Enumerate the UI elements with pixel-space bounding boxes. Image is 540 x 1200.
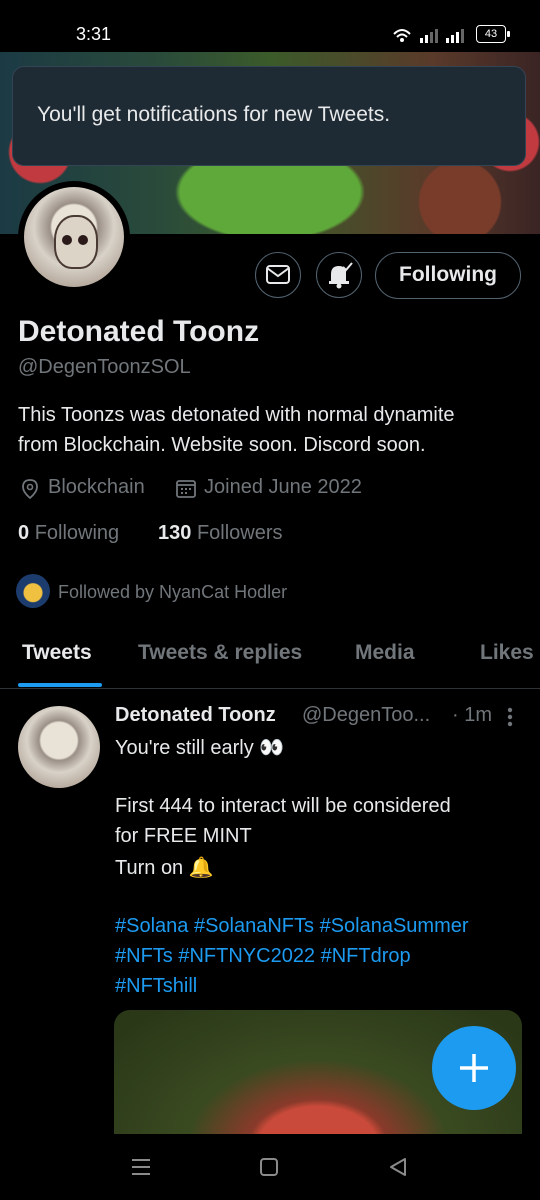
tweet-text-line: You're still early 👀: [115, 737, 285, 759]
notification-toast: You'll get notifications for new Tweets.: [12, 66, 526, 166]
signal-icons: [393, 29, 464, 43]
tweet-timestamp[interactable]: · 1m: [452, 704, 492, 727]
profile-joined: Joined June 2022: [204, 476, 362, 498]
profile-location: Blockchain: [48, 476, 145, 498]
avatar-image: [24, 187, 124, 287]
followers-label: Followers: [196, 522, 283, 544]
follower-avatar: [16, 574, 50, 608]
avatar-eye-right: [78, 235, 88, 245]
tab-tweets-replies[interactable]: Tweets & replies: [138, 641, 302, 665]
tweet-avatar[interactable]: [18, 706, 100, 788]
following-count-link[interactable]: 0 Following: [18, 522, 119, 545]
following-label: Following: [34, 522, 120, 544]
tweet-text-line: First 444 to interact will be considered: [115, 795, 451, 817]
tweet-text-line: for FREE MINT: [115, 825, 252, 847]
calendar-icon: [176, 480, 196, 498]
tweet-hashtags[interactable]: #Solana #SolanaNFTs #SolanaSummer: [115, 915, 469, 938]
tweet-hashtags[interactable]: #NFTshill: [115, 975, 197, 998]
tweet-text-line: Turn on 🔔: [115, 857, 214, 879]
profile-handle: @DegenToonzSOL: [18, 356, 191, 378]
toast-message: You'll get notifications for new Tweets.: [37, 103, 391, 126]
tab-divider: [0, 688, 540, 689]
avatar-eye-left: [62, 235, 72, 245]
following-button[interactable]: Following: [375, 252, 521, 299]
tab-likes[interactable]: Likes: [480, 641, 534, 665]
recent-apps-icon[interactable]: [130, 1157, 152, 1177]
active-tab-indicator: [18, 683, 102, 687]
tweet-hashtags[interactable]: #NFTs #NFTNYC2022 #NFTdrop: [115, 945, 411, 968]
bell-check-icon: [329, 262, 353, 289]
bio-line: This Toonzs was detonated with normal dy…: [18, 404, 455, 426]
tweet-author-handle[interactable]: @DegenToo...: [302, 704, 430, 727]
battery-indicator: 43: [476, 25, 510, 43]
tab-tweets[interactable]: Tweets: [22, 641, 92, 665]
envelope-icon: [266, 265, 290, 284]
home-icon[interactable]: [259, 1157, 279, 1177]
profile-avatar[interactable]: [18, 181, 130, 293]
more-options-icon[interactable]: [506, 706, 514, 728]
compose-tweet-button[interactable]: [432, 1026, 516, 1110]
avatar-face: [54, 215, 98, 269]
tweet-author-name[interactable]: Detonated Toonz: [115, 704, 276, 727]
followers-count: 130: [158, 522, 192, 544]
followers-count-link[interactable]: 130 Followers: [158, 522, 283, 545]
bio-line: from Blockchain. Website soon. Discord s…: [18, 434, 426, 456]
following-count: 0: [18, 522, 30, 544]
profile-name: Detonated Toonz: [18, 315, 260, 348]
location-pin-icon: [22, 479, 38, 500]
back-icon[interactable]: [388, 1157, 408, 1177]
notifications-button[interactable]: [316, 252, 362, 298]
status-time: 3:31: [76, 24, 112, 44]
profile-bio: This Toonzs was detonated with normal dy…: [18, 400, 518, 460]
tab-media[interactable]: Media: [355, 641, 415, 665]
plus-icon: [460, 1054, 488, 1082]
message-button[interactable]: [255, 252, 301, 298]
followed-by-text[interactable]: Followed by NyanCat Hodler: [58, 582, 287, 603]
